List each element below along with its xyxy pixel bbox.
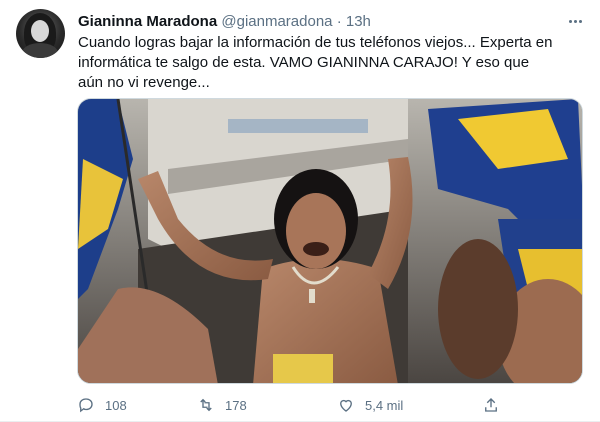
tweet-actions: 108 178 5,4 mil — [77, 392, 507, 418]
tweet[interactable]: Gianinna Maradona @gianmaradona · 13h Cu… — [0, 0, 600, 422]
author-name[interactable]: Gianinna Maradona — [78, 13, 217, 30]
share-icon — [485, 398, 497, 412]
share-button[interactable] — [482, 392, 500, 418]
retweet-count: 178 — [225, 397, 247, 413]
avatar-body — [22, 43, 58, 58]
tweet-text: Cuando logras bajar la información de tu… — [78, 34, 553, 91]
retweet-icon — [200, 398, 212, 412]
like-count: 5,4 mil — [365, 397, 404, 413]
author-handle[interactable]: @gianmaradona — [221, 13, 332, 30]
reply-count: 108 — [105, 397, 127, 413]
reply-icon — [79, 398, 93, 413]
heart-icon — [340, 399, 352, 412]
avatar-face — [31, 20, 49, 42]
more-options-icon[interactable] — [564, 10, 586, 32]
tweet-photo[interactable] — [77, 98, 583, 384]
photo-illustration — [78, 99, 582, 383]
separator-dot: · — [336, 13, 342, 30]
tweet-header: Gianinna Maradona @gianmaradona · 13h — [78, 12, 584, 32]
avatar[interactable] — [16, 9, 65, 58]
retweet-button[interactable]: 178 — [197, 392, 247, 418]
tweet-timestamp[interactable]: 13h — [346, 13, 371, 30]
like-button[interactable]: 5,4 mil — [337, 392, 403, 418]
reply-button[interactable]: 108 — [77, 392, 127, 418]
